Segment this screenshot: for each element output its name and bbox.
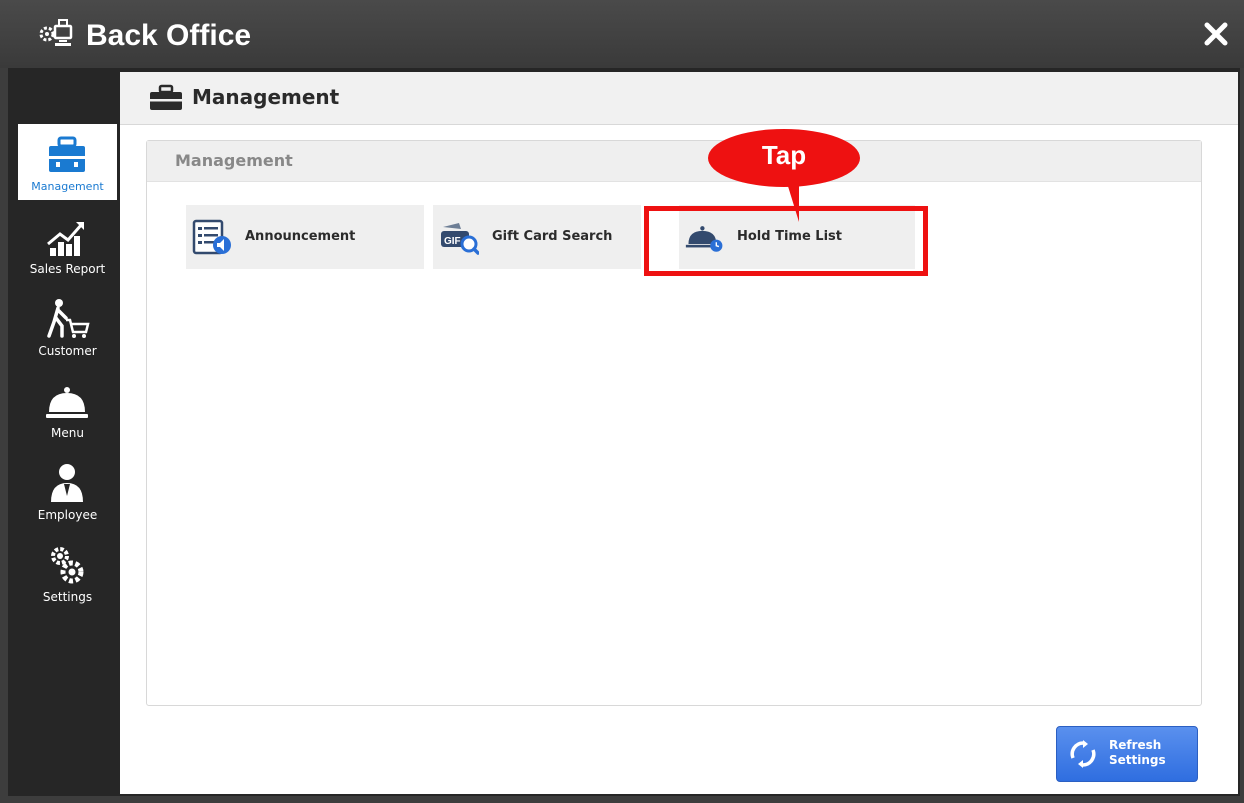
gears-icon: [51, 547, 84, 584]
page-title: Management: [192, 85, 340, 109]
sidebar-item-label: Management: [31, 180, 104, 193]
refresh-button-label: Refresh Settings: [1109, 738, 1189, 768]
announcement-icon: [192, 219, 231, 255]
management-panel: Management Announcement GIF Gift Card Se: [146, 140, 1202, 706]
sidebar: Management Sales Report Customer Menu Em…: [18, 124, 117, 796]
main-content: Management Management Announcement GIF G…: [120, 72, 1238, 794]
panel-header: Management: [147, 141, 1201, 182]
refresh-label-line2: Settings: [1109, 753, 1166, 767]
tile-label: Hold Time List: [737, 229, 843, 244]
gear-monitor-icon: [39, 19, 73, 46]
employee-icon: [51, 464, 83, 502]
page-header: Management: [120, 72, 1238, 125]
briefcase-icon: [150, 84, 182, 110]
sidebar-item-settings[interactable]: Settings: [18, 534, 117, 610]
growth-chart-icon: [47, 222, 84, 256]
cloche-icon: [46, 387, 88, 418]
sidebar-item-management[interactable]: Management: [18, 124, 117, 200]
sidebar-item-label: Customer: [38, 344, 97, 358]
svg-text:GIF: GIF: [444, 236, 461, 247]
announcement-tile[interactable]: Announcement: [186, 205, 424, 269]
sidebar-item-label: Settings: [42, 590, 93, 604]
cloche-clock-icon: [685, 226, 723, 252]
sidebar-item-label: Sales Report: [29, 262, 106, 276]
tile-label: Gift Card Search: [492, 229, 613, 244]
refresh-label-line1: Refresh: [1109, 738, 1162, 752]
gift-card-search-icon: GIF: [441, 223, 479, 255]
tile-label: Announcement: [245, 229, 356, 244]
shopper-cart-icon: [47, 299, 90, 338]
sidebar-item-label: Employee: [37, 508, 98, 522]
window-title: Back Office: [86, 19, 252, 52]
title-bar: Back Office: [0, 0, 1244, 68]
sidebar-item-employee[interactable]: Employee: [18, 452, 117, 528]
refresh-icon: [1070, 740, 1096, 768]
close-icon[interactable]: [1202, 20, 1230, 48]
sidebar-item-label: Menu: [51, 426, 84, 440]
sidebar-item-menu[interactable]: Menu: [18, 370, 117, 446]
sidebar-item-customer[interactable]: Customer: [18, 288, 117, 364]
sidebar-item-sales-report[interactable]: Sales Report: [18, 206, 117, 282]
panel-title: Management: [175, 151, 293, 170]
briefcase-icon: [49, 136, 85, 172]
refresh-settings-button[interactable]: Refresh Settings: [1056, 726, 1198, 782]
hold-time-list-tile[interactable]: Hold Time List: [679, 205, 915, 269]
gift-card-search-tile[interactable]: GIF Gift Card Search: [433, 205, 641, 269]
